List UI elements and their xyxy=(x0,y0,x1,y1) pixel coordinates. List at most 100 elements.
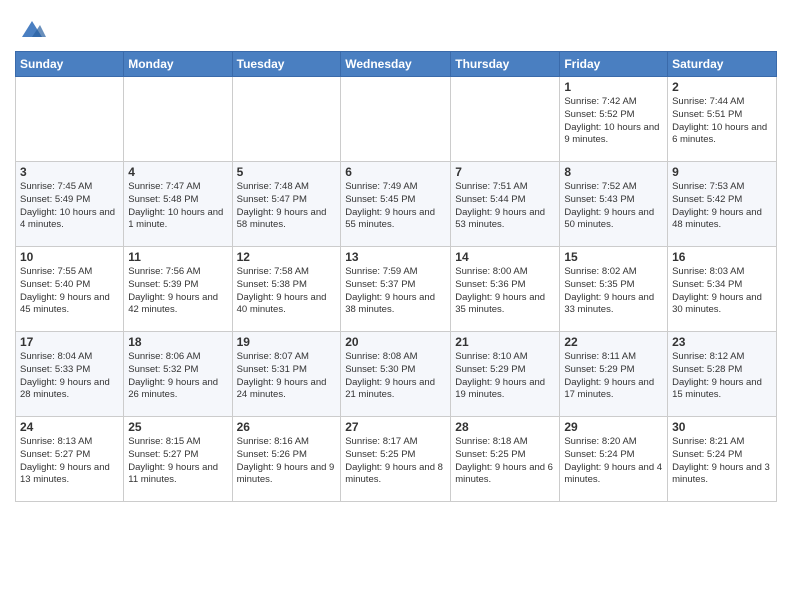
calendar-cell: 2 Sunrise: 7:44 AMSunset: 5:51 PMDaylight… xyxy=(668,77,777,162)
day-info: Sunrise: 7:58 AMSunset: 5:38 PMDaylight:… xyxy=(237,266,337,317)
day-number: 8 xyxy=(564,165,663,179)
calendar-cell: 4 Sunrise: 7:47 AMSunset: 5:48 PMDaylight… xyxy=(124,162,232,247)
day-info: Sunrise: 8:04 AMSunset: 5:33 PMDaylight:… xyxy=(20,351,119,402)
day-info: Sunrise: 8:03 AMSunset: 5:34 PMDaylight:… xyxy=(672,266,772,317)
day-number: 13 xyxy=(345,250,446,264)
day-info: Sunrise: 8:08 AMSunset: 5:30 PMDaylight:… xyxy=(345,351,446,402)
calendar-cell: 12Sunrise: 7:58 AMSunset: 5:38 PMDayligh… xyxy=(232,247,341,332)
day-number: 7 xyxy=(455,165,555,179)
day-number: 11 xyxy=(128,250,227,264)
col-header-thursday: Thursday xyxy=(451,52,560,77)
calendar-week-4: 17 Sunrise: 8:04 AMSunset: 5:33 PMDayligh… xyxy=(16,332,777,417)
day-number: 16 xyxy=(672,250,772,264)
day-info: Sunrise: 7:49 AMSunset: 5:45 PMDaylight:… xyxy=(345,181,446,232)
day-number: 2 xyxy=(672,80,772,94)
day-info: Sunrise: 7:56 AMSunset: 5:39 PMDaylight:… xyxy=(128,266,227,317)
col-header-wednesday: Wednesday xyxy=(341,52,451,77)
day-number: 21 xyxy=(455,335,555,349)
col-header-saturday: Saturday xyxy=(668,52,777,77)
calendar-week-1: 1 Sunrise: 7:42 AMSunset: 5:52 PMDaylight… xyxy=(16,77,777,162)
calendar-cell: 8Sunrise: 7:52 AMSunset: 5:43 PMDaylight… xyxy=(560,162,668,247)
day-info: Sunrise: 7:45 AMSunset: 5:49 PMDaylight:… xyxy=(20,181,119,232)
header xyxy=(15,15,777,43)
calendar-cell xyxy=(232,77,341,162)
day-info: Sunrise: 8:17 AMSunset: 5:25 PMDaylight:… xyxy=(345,436,446,487)
day-number: 28 xyxy=(455,420,555,434)
day-number: 4 xyxy=(128,165,227,179)
day-info: Sunrise: 8:12 AMSunset: 5:28 PMDaylight:… xyxy=(672,351,772,402)
day-number: 30 xyxy=(672,420,772,434)
calendar-cell: 24 Sunrise: 8:13 AMSunset: 5:27 PMDayligh… xyxy=(16,417,124,502)
day-info: Sunrise: 8:20 AMSunset: 5:24 PMDaylight:… xyxy=(564,436,663,487)
calendar-cell: 30 Sunrise: 8:21 AMSunset: 5:24 PMDayligh… xyxy=(668,417,777,502)
logo xyxy=(15,15,46,43)
col-header-monday: Monday xyxy=(124,52,232,77)
day-info: Sunrise: 7:44 AMSunset: 5:51 PMDaylight:… xyxy=(672,96,772,147)
calendar-cell: 5Sunrise: 7:48 AMSunset: 5:47 PMDaylight… xyxy=(232,162,341,247)
calendar-cell xyxy=(124,77,232,162)
day-info: Sunrise: 8:07 AMSunset: 5:31 PMDaylight:… xyxy=(237,351,337,402)
calendar-cell xyxy=(341,77,451,162)
day-info: Sunrise: 8:02 AMSunset: 5:35 PMDaylight:… xyxy=(564,266,663,317)
day-info: Sunrise: 8:06 AMSunset: 5:32 PMDaylight:… xyxy=(128,351,227,402)
calendar-cell: 18 Sunrise: 8:06 AMSunset: 5:32 PMDayligh… xyxy=(124,332,232,417)
day-info: Sunrise: 7:51 AMSunset: 5:44 PMDaylight:… xyxy=(455,181,555,232)
calendar-cell: 16 Sunrise: 8:03 AMSunset: 5:34 PMDayligh… xyxy=(668,247,777,332)
calendar-cell: 21 Sunrise: 8:10 AMSunset: 5:29 PMDayligh… xyxy=(451,332,560,417)
day-number: 26 xyxy=(237,420,337,434)
calendar-cell: 22Sunrise: 8:11 AMSunset: 5:29 PMDayligh… xyxy=(560,332,668,417)
day-number: 18 xyxy=(128,335,227,349)
calendar-header-row: SundayMondayTuesdayWednesdayThursdayFrid… xyxy=(16,52,777,77)
day-number: 17 xyxy=(20,335,119,349)
calendar-cell: 29 Sunrise: 8:20 AMSunset: 5:24 PMDayligh… xyxy=(560,417,668,502)
day-info: Sunrise: 8:21 AMSunset: 5:24 PMDaylight:… xyxy=(672,436,772,487)
day-number: 10 xyxy=(20,250,119,264)
day-number: 6 xyxy=(345,165,446,179)
calendar-cell: 10Sunrise: 7:55 AMSunset: 5:40 PMDayligh… xyxy=(16,247,124,332)
day-info: Sunrise: 8:11 AMSunset: 5:29 PMDaylight:… xyxy=(564,351,663,402)
day-number: 5 xyxy=(237,165,337,179)
day-number: 1 xyxy=(564,80,663,94)
calendar-week-3: 10Sunrise: 7:55 AMSunset: 5:40 PMDayligh… xyxy=(16,247,777,332)
calendar-cell: 20 Sunrise: 8:08 AMSunset: 5:30 PMDayligh… xyxy=(341,332,451,417)
day-number: 24 xyxy=(20,420,119,434)
calendar-cell: 23 Sunrise: 8:12 AMSunset: 5:28 PMDayligh… xyxy=(668,332,777,417)
col-header-friday: Friday xyxy=(560,52,668,77)
logo-icon xyxy=(18,15,46,43)
day-number: 29 xyxy=(564,420,663,434)
calendar-cell: 26 Sunrise: 8:16 AMSunset: 5:26 PMDayligh… xyxy=(232,417,341,502)
day-number: 15 xyxy=(564,250,663,264)
page: SundayMondayTuesdayWednesdayThursdayFrid… xyxy=(0,0,792,612)
calendar-cell: 11 Sunrise: 7:56 AMSunset: 5:39 PMDayligh… xyxy=(124,247,232,332)
calendar-cell: 14 Sunrise: 8:00 AMSunset: 5:36 PMDayligh… xyxy=(451,247,560,332)
calendar-cell: 3Sunrise: 7:45 AMSunset: 5:49 PMDaylight… xyxy=(16,162,124,247)
calendar-week-5: 24 Sunrise: 8:13 AMSunset: 5:27 PMDayligh… xyxy=(16,417,777,502)
day-info: Sunrise: 7:53 AMSunset: 5:42 PMDaylight:… xyxy=(672,181,772,232)
calendar-cell: 6 Sunrise: 7:49 AMSunset: 5:45 PMDaylight… xyxy=(341,162,451,247)
day-info: Sunrise: 8:15 AMSunset: 5:27 PMDaylight:… xyxy=(128,436,227,487)
day-info: Sunrise: 7:47 AMSunset: 5:48 PMDaylight:… xyxy=(128,181,227,232)
day-info: Sunrise: 7:59 AMSunset: 5:37 PMDaylight:… xyxy=(345,266,446,317)
calendar-cell: 28 Sunrise: 8:18 AMSunset: 5:25 PMDayligh… xyxy=(451,417,560,502)
calendar-cell: 15 Sunrise: 8:02 AMSunset: 5:35 PMDayligh… xyxy=(560,247,668,332)
day-info: Sunrise: 7:42 AMSunset: 5:52 PMDaylight:… xyxy=(564,96,663,147)
day-number: 9 xyxy=(672,165,772,179)
col-header-tuesday: Tuesday xyxy=(232,52,341,77)
day-info: Sunrise: 8:18 AMSunset: 5:25 PMDaylight:… xyxy=(455,436,555,487)
calendar-cell: 7 Sunrise: 7:51 AMSunset: 5:44 PMDaylight… xyxy=(451,162,560,247)
day-info: Sunrise: 8:16 AMSunset: 5:26 PMDaylight:… xyxy=(237,436,337,487)
calendar-table: SundayMondayTuesdayWednesdayThursdayFrid… xyxy=(15,51,777,502)
day-number: 19 xyxy=(237,335,337,349)
day-info: Sunrise: 8:00 AMSunset: 5:36 PMDaylight:… xyxy=(455,266,555,317)
calendar-cell: 19 Sunrise: 8:07 AMSunset: 5:31 PMDayligh… xyxy=(232,332,341,417)
day-number: 23 xyxy=(672,335,772,349)
col-header-sunday: Sunday xyxy=(16,52,124,77)
day-number: 25 xyxy=(128,420,227,434)
calendar-cell xyxy=(16,77,124,162)
day-info: Sunrise: 8:13 AMSunset: 5:27 PMDaylight:… xyxy=(20,436,119,487)
day-info: Sunrise: 8:10 AMSunset: 5:29 PMDaylight:… xyxy=(455,351,555,402)
day-number: 20 xyxy=(345,335,446,349)
calendar-cell: 27Sunrise: 8:17 AMSunset: 5:25 PMDayligh… xyxy=(341,417,451,502)
day-number: 14 xyxy=(455,250,555,264)
calendar-cell: 1 Sunrise: 7:42 AMSunset: 5:52 PMDaylight… xyxy=(560,77,668,162)
